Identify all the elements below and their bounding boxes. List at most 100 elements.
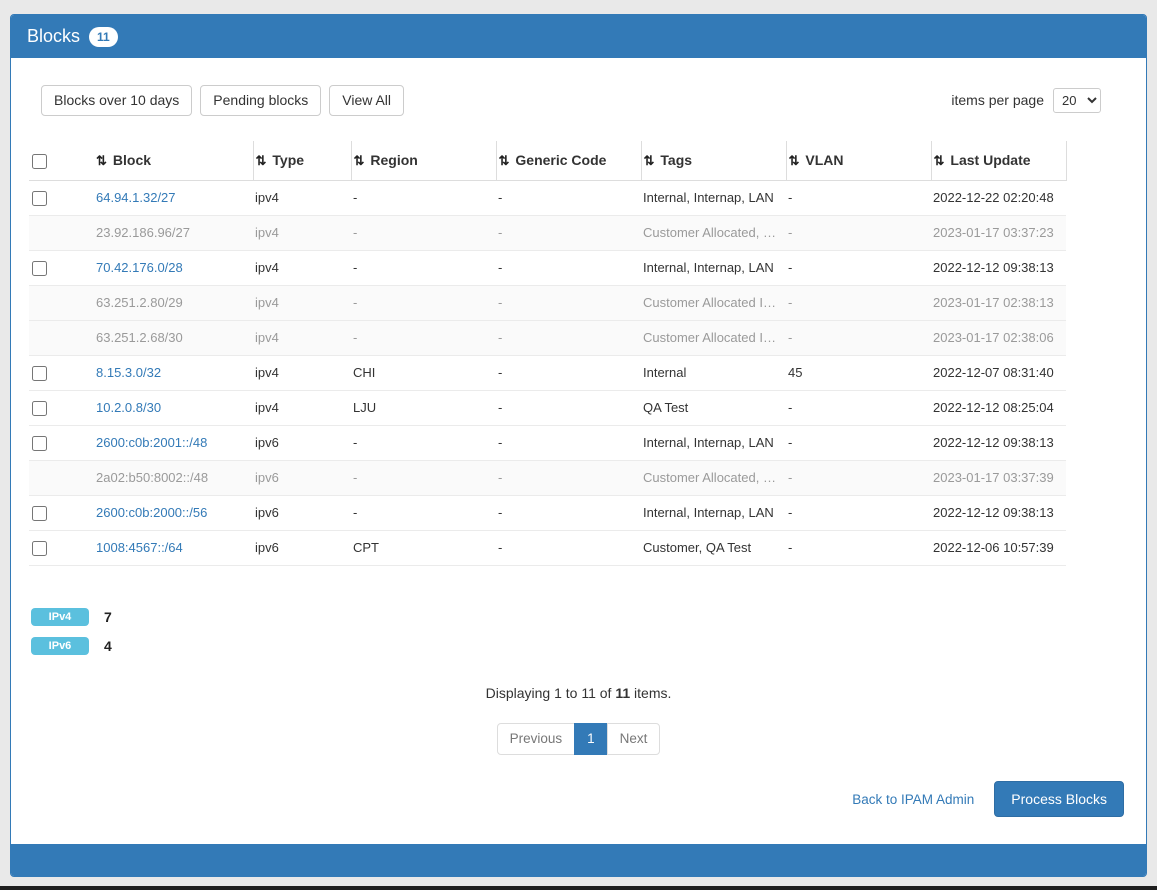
generic-code-cell: - [496,390,641,425]
column-header-tags[interactable]: ⇅Tags [641,141,786,181]
displaying-total: 11 [615,685,630,701]
tags-cell: Internal, Internap, LAN [641,250,786,285]
vlan-cell: - [786,531,931,566]
generic-code-cell: - [496,215,641,250]
sort-icon: ⇅ [499,153,510,168]
displaying-text: Displaying 1 to 11 of 11 items. [11,685,1146,701]
table-row: 64.94.1.32/27ipv4--Internal, Internap, L… [29,180,1066,215]
displaying-prefix: Displaying 1 to 11 of [486,685,616,701]
table-row: 10.2.0.8/30ipv4LJU-QA Test-2022-12-12 08… [29,390,1066,425]
row-checkbox[interactable] [32,191,47,206]
table-row: 23.92.186.96/27ipv4--Customer Allocated,… [29,215,1066,250]
tags-cell: Customer Allocated I… [641,320,786,355]
column-header-type[interactable]: ⇅Type [253,141,351,181]
row-checkbox-cell [29,390,94,425]
column-header-generic-code[interactable]: ⇅ Generic Code [496,141,641,181]
row-checkbox[interactable] [32,261,47,276]
block-link[interactable]: 1008:4567::/64 [96,540,183,555]
region-cell: - [351,285,496,320]
block-link[interactable]: 8.15.3.0/32 [96,365,161,380]
column-header-block[interactable]: ⇅Block [94,141,253,181]
block-link[interactable]: 64.94.1.32/27 [96,190,176,205]
last-update-cell: 2023-01-17 02:38:13 [931,285,1066,320]
pagination-next[interactable]: Next [607,723,661,755]
tags-cell: Customer, QA Test [641,531,786,566]
last-update-cell: 2022-12-12 09:38:13 [931,250,1066,285]
column-label: Region [370,152,417,168]
region-cell: - [351,320,496,355]
blocks-panel: Blocks 11 Blocks over 10 days Pending bl… [10,14,1147,877]
block-link[interactable]: 2600:c0b:2001::/48 [96,435,207,450]
row-checkbox[interactable] [32,506,47,521]
tags-cell: Internal, Internap, LAN [641,180,786,215]
type-cell: ipv4 [253,390,351,425]
generic-code-cell: - [496,285,641,320]
vlan-cell: 45 [786,355,931,390]
select-all-checkbox[interactable] [32,154,47,169]
filter-view-all-button[interactable]: View All [329,85,404,116]
row-checkbox-cell [29,355,94,390]
type-cell: ipv4 [253,180,351,215]
panel-footer [11,844,1146,876]
row-checkbox[interactable] [32,366,47,381]
ipv4-badge: IPv4 [31,608,89,626]
table-row: 2600:c0b:2001::/48ipv6--Internal, Intern… [29,426,1066,461]
row-checkbox-cell [29,285,94,320]
row-checkbox-cell [29,180,94,215]
column-header-region[interactable]: ⇅Region [351,141,496,181]
row-checkbox-cell [29,531,94,566]
vlan-cell: - [786,461,931,496]
toolbar: Blocks over 10 days Pending blocks View … [41,85,1101,116]
filter-blocks-over-10-days-button[interactable]: Blocks over 10 days [41,85,192,116]
generic-code-cell: - [496,426,641,461]
last-update-cell: 2023-01-17 03:37:23 [931,215,1066,250]
ipv6-badge: IPv6 [31,637,89,655]
filter-pending-blocks-button[interactable]: Pending blocks [200,85,321,116]
region-cell: - [351,426,496,461]
blocks-table-wrap: ⇅Block ⇅Type ⇅Region ⇅Generic Code ⇅Tags… [29,141,1146,566]
block-cell: 63.251.2.80/29 [94,285,253,320]
row-checkbox-cell [29,320,94,355]
region-cell: LJU [351,390,496,425]
column-header-vlan[interactable]: ⇅VLAN [786,141,931,181]
row-checkbox-cell [29,215,94,250]
ipv4-summary-row: IPv4 7 [31,608,1146,626]
block-link[interactable]: 10.2.0.8/30 [96,400,161,415]
protocol-summary: IPv4 7 IPv6 4 [31,608,1146,655]
ipv6-count: 4 [104,638,112,654]
block-link[interactable]: 2600:c0b:2000::/56 [96,505,207,520]
pagination-previous[interactable]: Previous [497,723,576,755]
table-row: 8.15.3.0/32ipv4CHI-Internal452022-12-07 … [29,355,1066,390]
row-checkbox[interactable] [32,541,47,556]
last-update-cell: 2022-12-22 02:20:48 [931,180,1066,215]
footer-actions: Back to IPAM Admin Process Blocks [11,781,1124,817]
page-title: Blocks [27,26,80,47]
vlan-cell: - [786,250,931,285]
column-label: Generic Code [515,152,606,168]
process-blocks-button[interactable]: Process Blocks [994,781,1124,817]
row-checkbox[interactable] [32,436,47,451]
column-label: Type [272,152,304,168]
block-cell: 1008:4567::/64 [94,531,253,566]
pagination-page-1[interactable]: 1 [574,723,608,755]
table-row: 2a02:b50:8002::/48ipv6--Customer Allocat… [29,461,1066,496]
block-cell: 10.2.0.8/30 [94,390,253,425]
type-cell: ipv6 [253,496,351,531]
block-link[interactable]: 70.42.176.0/28 [96,260,183,275]
type-cell: ipv4 [253,215,351,250]
generic-code-cell: - [496,250,641,285]
region-cell: - [351,461,496,496]
column-header-last-update[interactable]: ⇅Last Update [931,141,1066,181]
region-cell: - [351,250,496,285]
items-per-page-select[interactable]: 20 [1053,88,1101,113]
row-checkbox[interactable] [32,401,47,416]
back-to-ipam-admin-link[interactable]: Back to IPAM Admin [852,792,974,807]
last-update-cell: 2023-01-17 02:38:06 [931,320,1066,355]
region-cell: - [351,496,496,531]
vlan-cell: - [786,390,931,425]
type-cell: ipv4 [253,250,351,285]
type-cell: ipv4 [253,320,351,355]
tags-cell: Internal [641,355,786,390]
generic-code-cell: - [496,180,641,215]
sort-icon: ⇅ [934,153,945,168]
